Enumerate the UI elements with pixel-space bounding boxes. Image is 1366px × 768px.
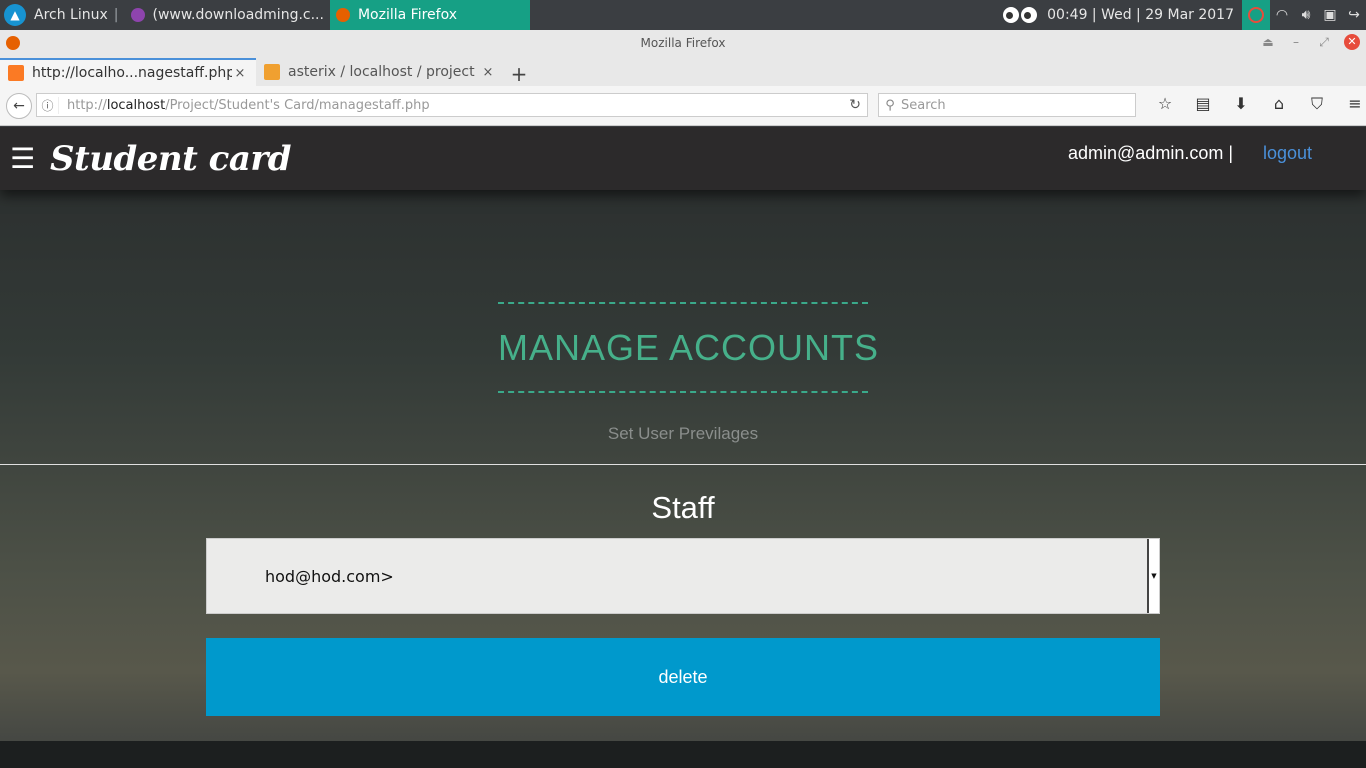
bookmark-star-icon[interactable]: ☆ xyxy=(1146,94,1184,114)
tab-label: http://localho...nagestaff.php xyxy=(32,65,232,81)
minimize-button[interactable]: – xyxy=(1282,35,1310,49)
clipboard-icon[interactable]: ▣ xyxy=(1318,7,1342,23)
section-divider xyxy=(0,464,1366,465)
menu-icon[interactable]: ≡ xyxy=(1336,94,1366,114)
section-title: Staff xyxy=(651,490,715,525)
os-taskbar: ▲ Arch Linux | (www.downloadming.c... Mo… xyxy=(0,0,1366,30)
heading-divider-bottom xyxy=(498,391,868,393)
heading-divider-top xyxy=(498,302,868,304)
maximize-button[interactable]: ⤢ xyxy=(1310,35,1338,50)
logout-link[interactable]: logout xyxy=(1263,143,1312,164)
eject-icon[interactable]: ⏏ xyxy=(1254,35,1282,49)
taskbar-task-downloadming[interactable]: (www.downloadming.c... xyxy=(125,0,330,30)
staff-selected-value: hod@hod.com> xyxy=(265,566,394,586)
tab-managestaff[interactable]: http://localho...nagestaff.php × xyxy=(0,58,256,86)
back-button[interactable]: ← xyxy=(6,92,32,119)
phpmyadmin-icon xyxy=(264,64,280,80)
page-subtitle: Set User Previlages xyxy=(607,424,759,443)
tab-close-icon[interactable]: × xyxy=(480,65,496,80)
search-icon: ⚲ xyxy=(885,97,895,113)
task-label: (www.downloadming.c... xyxy=(152,7,324,23)
toolbar-buttons: ☆ ▤ ⬇ ⌂ ⛉ ≡ xyxy=(1146,94,1366,114)
tab-bar: http://localho...nagestaff.php × asterix… xyxy=(0,56,1366,86)
taskbar-task-firefox[interactable]: Mozilla Firefox xyxy=(329,0,530,30)
app-icon xyxy=(130,8,145,22)
hamburger-menu-icon[interactable]: ☰ xyxy=(10,144,38,173)
pocket-icon[interactable]: ⛉ xyxy=(1298,94,1336,114)
site-header: ☰ Student card admin@admin.com | logout xyxy=(0,127,1366,190)
firefox-icon xyxy=(6,36,20,50)
window-title: Mozilla Firefox xyxy=(640,36,726,50)
volume-icon[interactable]: 🔊︎ xyxy=(1294,7,1318,23)
tab-phpmyadmin[interactable]: asterix / localhost / project ... × xyxy=(256,58,504,86)
tab-label: asterix / localhost / project ... xyxy=(288,64,480,80)
site-logo[interactable]: Student card xyxy=(50,139,292,179)
firefox-icon xyxy=(335,8,350,22)
new-tab-button[interactable]: + xyxy=(504,62,534,86)
web-page: ☰ Student card admin@admin.com | logout … xyxy=(0,127,1366,768)
downloads-icon[interactable]: ⬇ xyxy=(1222,94,1260,114)
background-image xyxy=(0,741,1366,768)
window-titlebar: Mozilla Firefox ⏏ – ⤢ ✕ xyxy=(0,30,1366,56)
reading-list-icon[interactable]: ▤ xyxy=(1184,94,1222,114)
taskbar-separator: | xyxy=(113,7,119,23)
record-icon[interactable] xyxy=(1242,0,1270,30)
staff-select[interactable]: hod@hod.com> ▼ xyxy=(206,538,1160,614)
delete-button[interactable]: delete xyxy=(206,638,1160,716)
system-tray: 00:49 | Wed | 29 Mar 2017 ◠ 🔊︎ ▣ ↪ xyxy=(1001,0,1366,30)
chevron-down-icon[interactable]: ▼ xyxy=(1147,539,1159,613)
logout-icon[interactable]: ↪ xyxy=(1342,7,1366,23)
window-controls: ⏏ – ⤢ ✕ xyxy=(1254,34,1360,50)
page-title: MANAGE ACCOUNTS xyxy=(498,327,880,368)
distro-label: Arch Linux xyxy=(34,7,108,23)
wifi-icon[interactable]: ◠ xyxy=(1270,7,1294,23)
user-email: admin@admin.com | xyxy=(1068,143,1234,163)
task-label: Mozilla Firefox xyxy=(357,7,457,23)
arch-logo-icon[interactable]: ▲ xyxy=(4,4,26,26)
search-input[interactable]: ⚲ Search xyxy=(878,93,1136,117)
reload-icon[interactable]: ↻ xyxy=(849,97,861,113)
url-bar[interactable]: ⓘ http://localhost/Project/Student's Car… xyxy=(36,93,868,117)
navigation-toolbar: ← ⓘ http://localhost/Project/Student's C… xyxy=(0,86,1366,126)
home-icon[interactable]: ⌂ xyxy=(1260,94,1298,114)
xeyes-icon xyxy=(1001,7,1038,23)
search-placeholder: Search xyxy=(901,97,946,113)
close-button[interactable]: ✕ xyxy=(1344,34,1360,50)
url-text: http://localhost/Project/Student's Card/… xyxy=(67,97,430,113)
xampp-icon xyxy=(8,65,24,81)
tab-close-icon[interactable]: × xyxy=(232,66,248,81)
clock[interactable]: 00:49 | Wed | 29 Mar 2017 xyxy=(1047,7,1234,23)
info-icon[interactable]: ⓘ xyxy=(37,96,59,114)
